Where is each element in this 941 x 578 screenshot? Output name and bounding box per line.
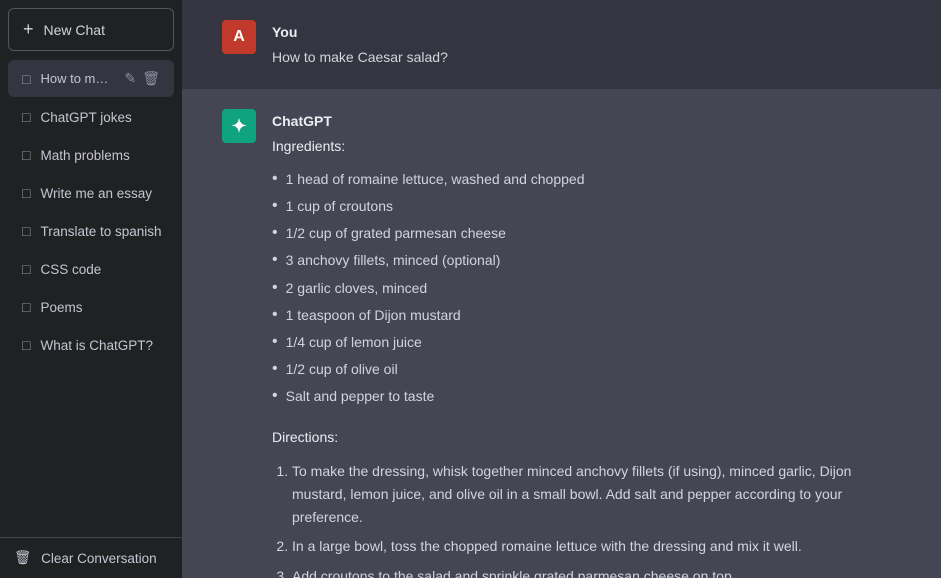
list-item: Add croutons to the salad and sprinkle g… <box>292 562 901 578</box>
clear-conversation-button[interactable]: 🗑 Clear Conversation <box>0 537 182 578</box>
ingredients-list: 1 head of romaine lettuce, washed and ch… <box>272 166 901 410</box>
user-message-header: A You How to make Caesar salad? <box>222 20 901 69</box>
sidebar-item-label: How to make Caesar sa <box>40 71 114 86</box>
list-item: To make the dressing, whisk together min… <box>292 457 901 532</box>
clear-label: Clear Conversation <box>41 551 157 566</box>
user-name: You <box>272 24 901 40</box>
sidebar-item-css-code[interactable]: □ CSS code <box>8 251 174 287</box>
user-avatar: A <box>222 20 256 54</box>
chat-bubble-icon: □ <box>22 337 30 353</box>
assistant-message-header: ✦ ChatGPT Ingredients: 1 head of romaine… <box>222 109 901 578</box>
list-item: 1/2 cup of olive oil <box>272 356 901 383</box>
list-item: 1 head of romaine lettuce, washed and ch… <box>272 166 901 193</box>
plus-icon: + <box>23 19 34 40</box>
sidebar: + New Chat □ How to make Caesar sa ✎ 🗑 □… <box>0 0 182 578</box>
list-item: 1 teaspoon of Dijon mustard <box>272 302 901 329</box>
list-item: In a large bowl, toss the chopped romain… <box>292 532 901 561</box>
chat-bubble-icon: □ <box>22 223 30 239</box>
directions-heading: Directions: <box>272 426 901 449</box>
user-message-content: You How to make Caesar salad? <box>272 20 901 69</box>
assistant-message-block: ✦ ChatGPT Ingredients: 1 head of romaine… <box>182 89 941 578</box>
list-item: 2 garlic cloves, minced <box>272 275 901 302</box>
sidebar-item-label: ChatGPT jokes <box>40 110 131 125</box>
chat-area: A You How to make Caesar salad? ✦ ChatGP… <box>182 0 941 578</box>
sidebar-item-chatgpt-jokes[interactable]: □ ChatGPT jokes <box>8 99 174 135</box>
sidebar-item-write-me-an-essay[interactable]: □ Write me an essay <box>8 175 174 211</box>
list-item: 3 anchovy fillets, minced (optional) <box>272 247 901 274</box>
user-message-block: A You How to make Caesar salad? <box>182 0 941 89</box>
sidebar-item-what-is-chatgpt[interactable]: □ What is ChatGPT? <box>8 327 174 363</box>
list-item: 1 cup of croutons <box>272 193 901 220</box>
chat-bubble-icon: □ <box>22 299 30 315</box>
new-chat-button[interactable]: + New Chat <box>8 8 174 51</box>
chat-bubble-icon: □ <box>22 71 30 87</box>
chat-bubble-icon: □ <box>22 147 30 163</box>
new-chat-label: New Chat <box>44 22 105 38</box>
sidebar-item-label: What is ChatGPT? <box>40 338 153 353</box>
sidebar-bottom: 🗑 Clear Conversation <box>0 537 182 578</box>
delete-icon[interactable]: 🗑 <box>142 70 160 87</box>
chat-bubble-icon: □ <box>22 261 30 277</box>
assistant-name: ChatGPT <box>272 113 901 129</box>
sidebar-item-how-to-make-caesar[interactable]: □ How to make Caesar sa ✎ 🗑 <box>8 60 174 97</box>
gpt-avatar: ✦ <box>222 109 256 143</box>
directions-list: To make the dressing, whisk together min… <box>292 457 901 578</box>
ingredients-heading: Ingredients: <box>272 135 901 158</box>
chat-bubble-icon: □ <box>22 109 30 125</box>
gpt-avatar-symbol: ✦ <box>231 116 246 137</box>
user-avatar-initial: A <box>233 28 245 46</box>
trash-icon: 🗑 <box>14 550 31 566</box>
sidebar-item-label: CSS code <box>40 262 101 277</box>
sidebar-item-poems[interactable]: □ Poems <box>8 289 174 325</box>
sidebar-item-math-problems[interactable]: □ Math problems <box>8 137 174 173</box>
edit-icon[interactable]: ✎ <box>124 70 136 87</box>
sidebar-item-label: Translate to spanish <box>40 224 161 239</box>
list-item: Salt and pepper to taste <box>272 383 901 410</box>
assistant-message-text: Ingredients: 1 head of romaine lettuce, … <box>272 135 901 578</box>
list-item: 1/4 cup of lemon juice <box>272 329 901 356</box>
sidebar-item-label: Write me an essay <box>40 186 152 201</box>
sidebar-item-label: Math problems <box>40 148 129 163</box>
sidebar-item-label: Poems <box>40 300 82 315</box>
item-actions: ✎ 🗑 <box>124 70 160 87</box>
assistant-message-content: ChatGPT Ingredients: 1 head of romaine l… <box>272 109 901 578</box>
user-message-text: How to make Caesar salad? <box>272 46 901 69</box>
chat-bubble-icon: □ <box>22 185 30 201</box>
sidebar-item-translate-to-spanish[interactable]: □ Translate to spanish <box>8 213 174 249</box>
list-item: 1/2 cup of grated parmesan cheese <box>272 220 901 247</box>
